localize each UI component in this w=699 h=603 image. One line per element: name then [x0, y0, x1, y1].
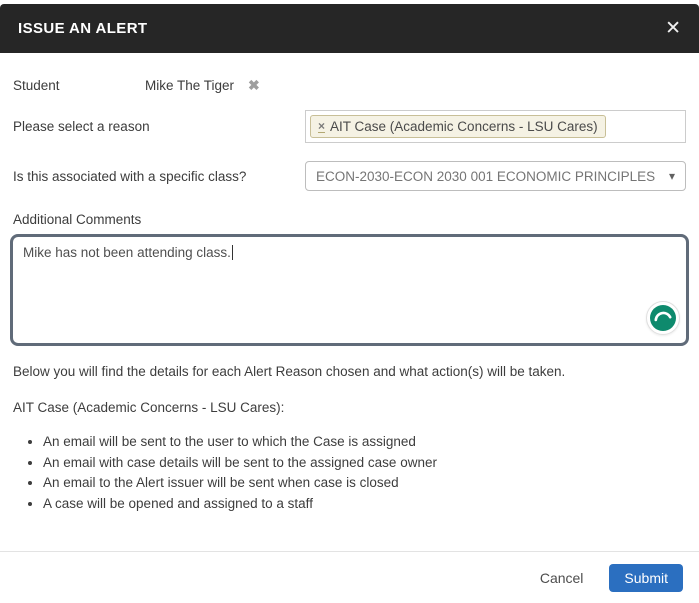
reason-row: Please select a reason × AIT Case (Acade…: [13, 110, 686, 143]
modal-title: ISSUE AN ALERT: [18, 20, 148, 37]
chevron-down-icon: ▾: [669, 169, 675, 183]
comments-text: Mike has not been attending class.: [23, 245, 231, 260]
class-select-value: ECON-2030-ECON 2030 001 ECONOMIC PRINCIP…: [316, 169, 655, 184]
modal-footer: Cancel Submit: [0, 551, 699, 603]
comments-label: Additional Comments: [13, 212, 686, 227]
list-item: An email with case details will be sent …: [43, 453, 686, 474]
list-item: An email to the Alert issuer will be sen…: [43, 473, 686, 494]
class-label: Is this associated with a specific class…: [13, 169, 305, 184]
list-item: A case will be opened and assigned to a …: [43, 494, 686, 515]
class-select[interactable]: ECON-2030-ECON 2030 001 ECONOMIC PRINCIP…: [305, 161, 686, 191]
close-icon[interactable]: ✕: [665, 19, 681, 38]
modal-header: ISSUE AN ALERT ✕: [0, 4, 699, 53]
student-row: Student Mike The Tiger ✖: [13, 77, 686, 94]
reason-chip: × AIT Case (Academic Concerns - LSU Care…: [310, 115, 606, 138]
submit-button[interactable]: Submit: [609, 564, 683, 592]
grammarly-icon[interactable]: [646, 301, 680, 335]
text-cursor: [232, 245, 233, 260]
reason-multiselect[interactable]: × AIT Case (Academic Concerns - LSU Care…: [305, 110, 686, 143]
modal-body: Student Mike The Tiger ✖ Please select a…: [0, 77, 699, 514]
list-item: An email will be sent to the user to whi…: [43, 432, 686, 453]
reason-chip-label: AIT Case (Academic Concerns - LSU Cares): [330, 119, 598, 134]
class-row: Is this associated with a specific class…: [13, 161, 686, 191]
additional-comments-textarea[interactable]: Mike has not been attending class.: [10, 234, 689, 346]
actions-list: An email will be sent to the user to whi…: [13, 432, 686, 514]
remove-student-icon[interactable]: ✖: [248, 77, 260, 94]
student-name: Mike The Tiger: [145, 78, 234, 93]
details-intro: Below you will find the details for each…: [13, 363, 686, 381]
student-label: Student: [13, 78, 145, 93]
remove-reason-icon[interactable]: ×: [318, 120, 325, 133]
issue-alert-modal: ISSUE AN ALERT ✕ Student Mike The Tiger …: [0, 0, 699, 603]
reason-label: Please select a reason: [13, 119, 305, 134]
cancel-button[interactable]: Cancel: [540, 570, 584, 586]
reason-heading: AIT Case (Academic Concerns - LSU Cares)…: [13, 400, 686, 415]
